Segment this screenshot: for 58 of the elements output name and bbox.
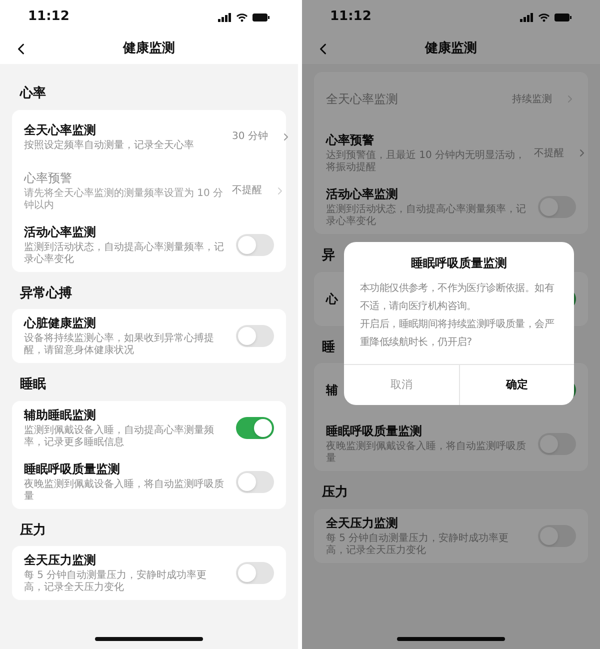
setting-title: 活动心率监测 (24, 224, 96, 240)
section-heading: 异 (322, 247, 335, 265)
nav-title: 健康监测 (123, 40, 175, 58)
setting-description: 监测到活动状态，自动提高心率测量频率，记录心率变化 (24, 242, 224, 266)
setting-description: 按照设定频率自动测量，记录全天心率 (24, 140, 195, 152)
setting-title: 心 (326, 290, 338, 306)
toggle-switch[interactable] (538, 524, 576, 546)
section-heading: 睡 (322, 338, 335, 356)
wifi-icon (236, 12, 248, 22)
setting-title: 辅助睡眠监测 (24, 406, 96, 422)
toggle-switch[interactable] (236, 470, 274, 492)
setting-title: 心脏健康监测 (24, 315, 96, 331)
setting-value: 不提醒 (232, 184, 262, 198)
setting-description: 监测到佩戴设备入睡，自动提高心率测量频率，记录更多睡眠信息 (24, 424, 215, 448)
toggle-switch[interactable] (236, 234, 274, 256)
setting-description: 每 5 分钟自动测量压力，安静时成功率更高，记录全天压力变化 (326, 532, 510, 556)
setting-description: 监测到活动状态，自动提高心率测量频率，记录心率变化 (326, 204, 526, 228)
setting-title: 心率预警 (24, 170, 72, 186)
setting-title: 活动心率监测 (326, 186, 398, 202)
section-heading: 压力 (20, 522, 46, 540)
setting-title: 睡眠呼吸质量监测 (326, 423, 422, 439)
toggle-switch[interactable] (538, 196, 576, 218)
signal-icon (218, 12, 232, 22)
battery-icon (554, 12, 572, 22)
setting-description: 夜晚监测到佩戴设备入睡，将自动监测呼吸质量 (326, 441, 526, 465)
nav-title: 健康监测 (425, 40, 477, 58)
dialog-message: 本功能仅供参考，不作为医疗诊断依据。如有不适，请向医疗机构咨询。 (360, 282, 556, 314)
setting-description: 夜晚监测到佩戴设备入睡，将自动监测呼吸质量 (24, 478, 224, 502)
status-time: 11:12 (28, 8, 70, 26)
toggle-switch[interactable] (236, 562, 274, 584)
setting-title: 睡眠呼吸质量监测 (24, 460, 120, 476)
battery-icon (252, 12, 270, 22)
signal-icon (520, 12, 534, 22)
setting-title: 辅 (326, 382, 338, 398)
toggle-switch[interactable] (236, 416, 274, 438)
setting-description: 设备将持续监测心率，如果收到异常心搏提醒，请留意身体健康状况 (24, 333, 215, 357)
dialog-message: 开启后，睡眠期间将持续监测呼吸质量，会严重降低续航时长，仍开启? (360, 318, 556, 350)
setting-description: 达到预警值，且最近 10 分钟内无明显活动，将振动提醒 (326, 150, 526, 174)
setting-title: 全天心率监测 (326, 91, 398, 107)
setting-title: 心率预警 (326, 132, 374, 148)
section-heading: 异常心搏 (20, 284, 72, 302)
toggle-switch[interactable] (538, 433, 576, 455)
section-heading: 压力 (322, 484, 348, 502)
setting-description: 每 5 分钟自动测量压力，安静时成功率更高，记录全天压力变化 (24, 570, 208, 594)
setting-description: 请先将全天心率监测的测量频率设置为 10 分钟以内 (24, 188, 224, 212)
setting-value: 30 分钟 (232, 130, 268, 144)
section-heading: 睡眠 (20, 376, 46, 394)
dialog-title: 睡眠呼吸质量监测 (410, 255, 508, 272)
setting-title: 全天心率监测 (24, 122, 96, 138)
setting-title: 全天压力监测 (24, 552, 96, 568)
status-time: 11:12 (330, 8, 372, 26)
confirm-button[interactable]: 确定 (458, 365, 574, 405)
setting-title: 全天压力监测 (326, 514, 398, 530)
toggle-switch[interactable] (236, 325, 274, 347)
setting-value: 持续监测 (512, 92, 552, 106)
setting-value: 不提醒 (534, 146, 564, 160)
wifi-icon (538, 12, 550, 22)
section-heading: 心率 (20, 84, 46, 103)
